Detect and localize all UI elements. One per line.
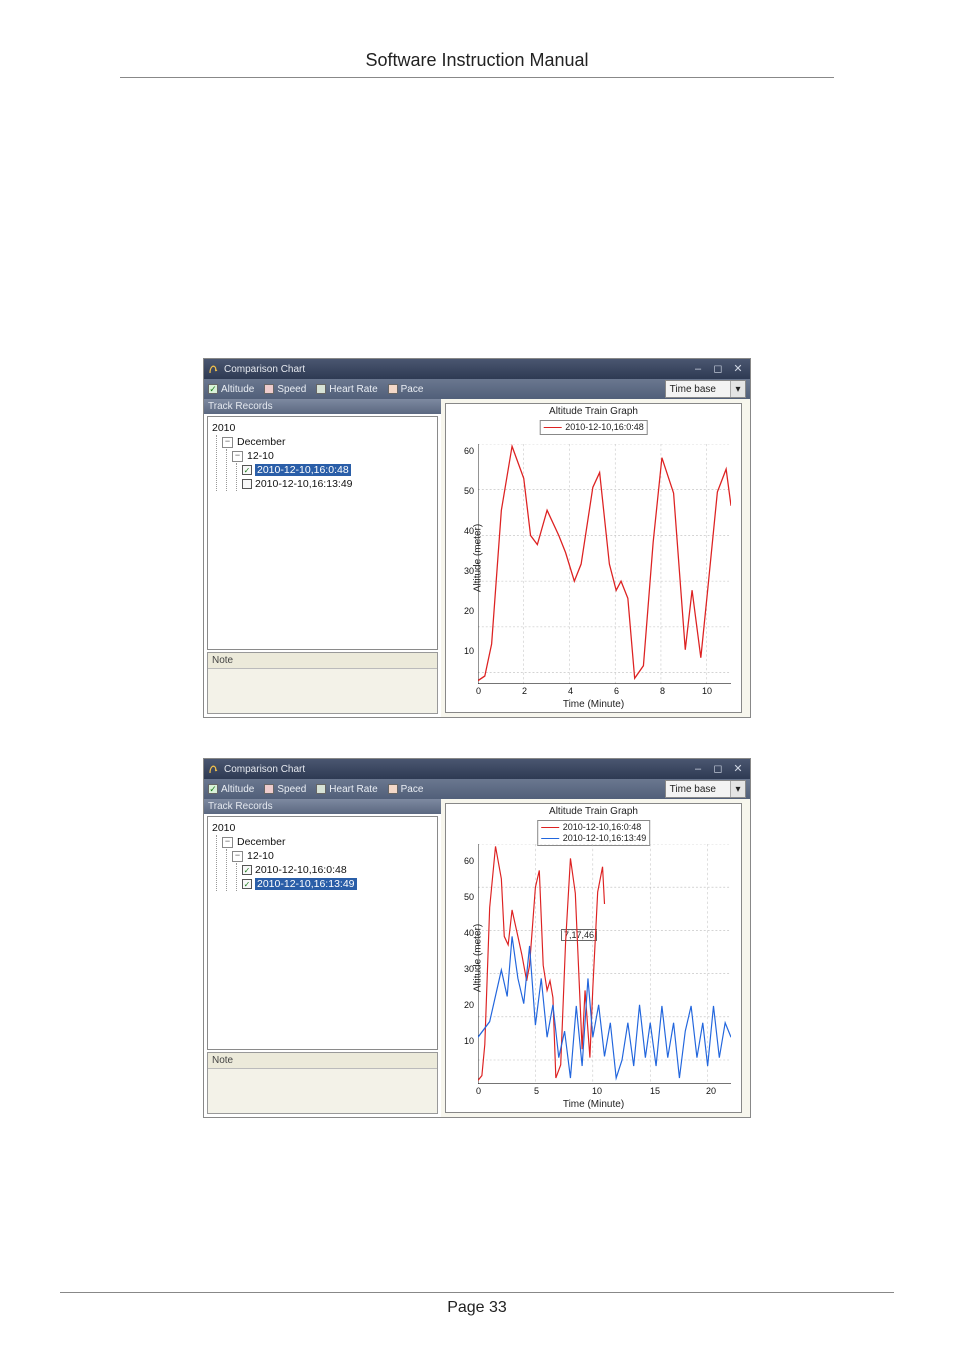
chart-title: Altitude Train Graph <box>446 806 741 817</box>
note-panel: Note <box>207 1052 438 1114</box>
note-panel: Note <box>207 652 438 714</box>
app-icon <box>208 763 220 775</box>
title-bar: Comparison Chart – ◻ ✕ <box>204 759 750 779</box>
tree-collapse-icon[interactable]: − <box>232 451 243 462</box>
heart-rate-checkbox[interactable]: Heart Rate <box>316 384 377 395</box>
track-checkbox-checked[interactable]: ✓ <box>242 465 252 475</box>
track-checkbox-unchecked[interactable] <box>242 479 252 489</box>
tree-collapse-icon[interactable]: − <box>222 837 233 848</box>
minimize-button[interactable]: – <box>690 362 706 376</box>
pace-checkbox[interactable]: Pace <box>388 384 424 395</box>
track-item[interactable]: ✓ 2010-12-10,16:0:48 <box>242 863 433 877</box>
track-item[interactable]: ✓ 2010-12-10,16:0:48 <box>242 463 433 477</box>
speed-checkbox[interactable]: Speed <box>264 784 306 795</box>
maximize-button[interactable]: ◻ <box>710 762 726 776</box>
minimize-button[interactable]: – <box>690 762 706 776</box>
altitude-chart: Altitude Train Graph 2010-12-10,16:0:48 … <box>445 403 742 713</box>
speed-checkbox[interactable]: Speed <box>264 384 306 395</box>
track-checkbox-checked[interactable]: ✓ <box>242 865 252 875</box>
chart-title: Altitude Train Graph <box>446 406 741 417</box>
chart-xlabel: Time (Minute) <box>446 699 741 710</box>
track-records-header: Track Records <box>204 399 441 414</box>
altitude-checkbox[interactable]: ✓Altitude <box>208 784 254 795</box>
track-records-tree[interactable]: 2010 −December −12-10 ✓ 2010-12-10,16:0:… <box>207 816 438 1050</box>
series-toolbar: ✓Altitude Speed Heart Rate Pace Time bas… <box>204 379 750 399</box>
chevron-down-icon: ▾ <box>730 381 745 397</box>
chart-legend: 2010-12-10,16:0:48 <box>539 420 648 435</box>
note-header: Note <box>208 653 437 669</box>
altitude-chart: Altitude Train Graph 2010-12-10,16:0:48 … <box>445 803 742 1113</box>
heart-rate-checkbox[interactable]: Heart Rate <box>316 784 377 795</box>
chevron-down-icon: ▾ <box>730 781 745 797</box>
time-base-select[interactable]: Time base ▾ <box>665 780 746 798</box>
tree-collapse-icon[interactable]: − <box>222 437 233 448</box>
track-checkbox-checked[interactable]: ✓ <box>242 879 252 889</box>
altitude-checkbox[interactable]: ✓Altitude <box>208 384 254 395</box>
pace-checkbox[interactable]: Pace <box>388 784 424 795</box>
chart-plot-area <box>478 444 731 684</box>
window-title: Comparison Chart <box>224 764 305 775</box>
note-header: Note <box>208 1053 437 1069</box>
time-base-select[interactable]: Time base ▾ <box>665 380 746 398</box>
track-item[interactable]: ✓ 2010-12-10,16:13:49 <box>242 877 433 891</box>
track-records-tree[interactable]: 2010 −December −12-10 ✓ 2010-12-10,16:0:… <box>207 416 438 650</box>
chart-legend: 2010-12-10,16:0:48 2010-12-10,16:13:49 <box>537 820 651 846</box>
maximize-button[interactable]: ◻ <box>710 362 726 376</box>
doc-header: Software Instruction Manual <box>120 50 834 78</box>
chart-xlabel: Time (Minute) <box>446 1099 741 1110</box>
screenshot-1: Comparison Chart – ◻ ✕ ✓Altitude Speed H… <box>203 358 751 718</box>
screenshot-2: Comparison Chart – ◻ ✕ ✓Altitude Speed H… <box>203 758 751 1118</box>
window-title: Comparison Chart <box>224 364 305 375</box>
close-button[interactable]: ✕ <box>730 362 746 376</box>
doc-footer: Page 33 <box>60 1292 894 1317</box>
track-records-header: Track Records <box>204 799 441 814</box>
title-bar: Comparison Chart – ◻ ✕ <box>204 359 750 379</box>
series-toolbar: ✓Altitude Speed Heart Rate Pace Time bas… <box>204 779 750 799</box>
track-item[interactable]: 2010-12-10,16:13:49 <box>242 477 433 491</box>
app-icon <box>208 363 220 375</box>
close-button[interactable]: ✕ <box>730 762 746 776</box>
tree-collapse-icon[interactable]: − <box>232 851 243 862</box>
chart-plot-area <box>478 844 731 1084</box>
